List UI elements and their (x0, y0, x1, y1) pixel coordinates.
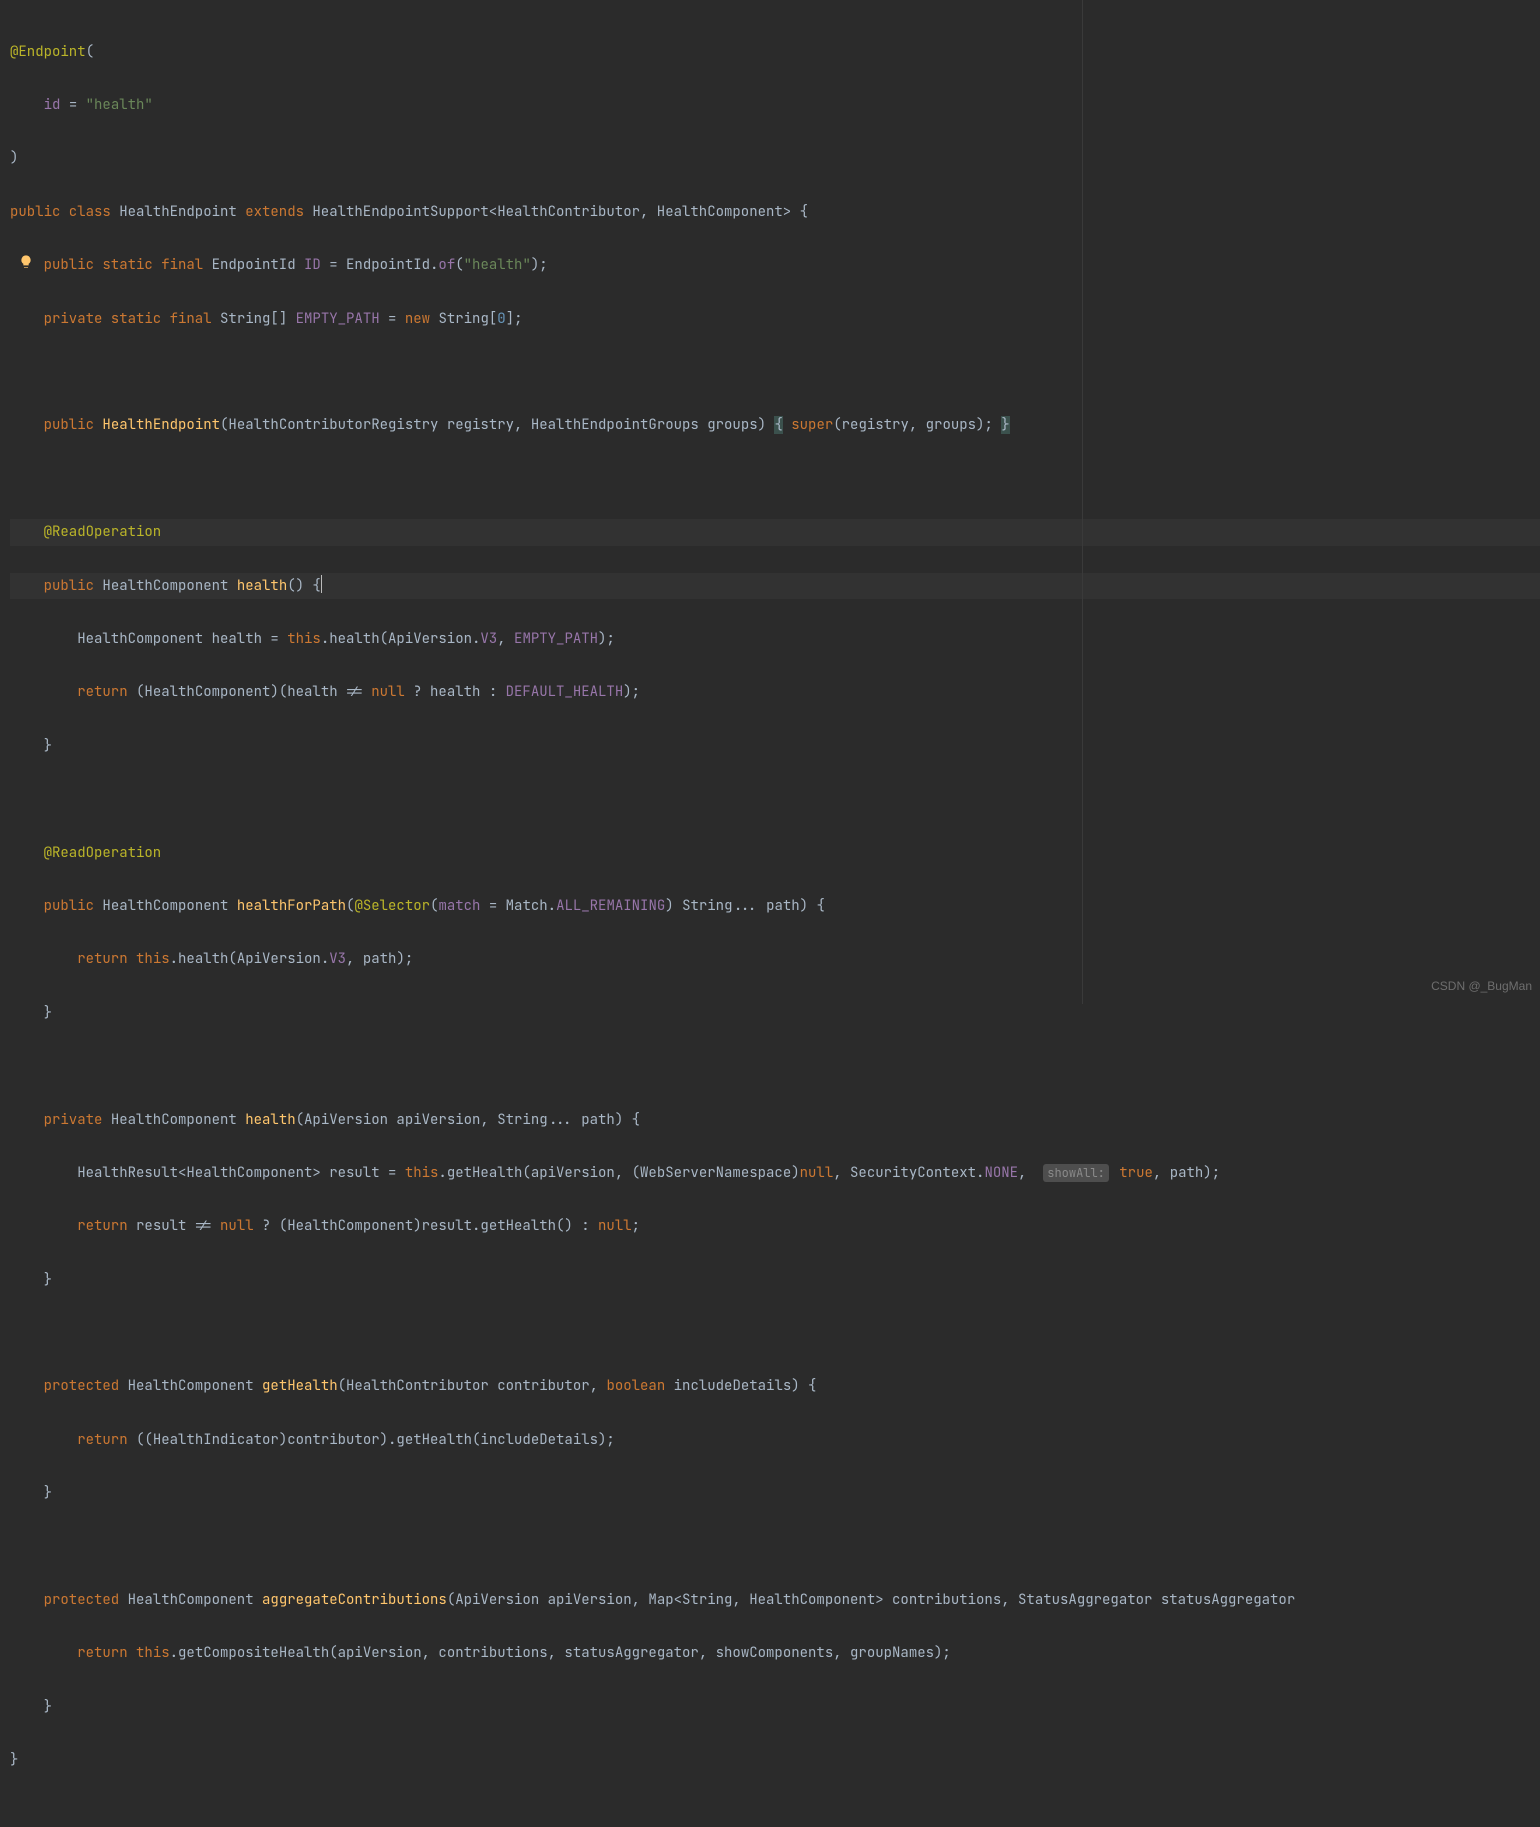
code-line[interactable]: @Endpoint( (10, 39, 1540, 66)
code-line[interactable]: id = "health" (10, 92, 1540, 119)
code-line[interactable]: HealthComponent health = this.health(Api… (10, 626, 1540, 653)
code-line[interactable]: return (HealthComponent)(health != null … (10, 679, 1540, 706)
margin-guide (1082, 0, 1083, 1004)
code-line[interactable] (10, 1320, 1540, 1347)
code-line[interactable]: public static final EndpointId ID = Endp… (10, 252, 1540, 279)
code-line[interactable]: HealthResult<HealthComponent> result = t… (10, 1160, 1540, 1187)
code-line[interactable]: protected HealthComponent getHealth(Heal… (10, 1373, 1540, 1400)
code-line[interactable]: } (10, 1747, 1540, 1774)
code-line[interactable]: private static final String[] EMPTY_PATH… (10, 306, 1540, 333)
code-line[interactable] (10, 1053, 1540, 1080)
code-line[interactable]: return this.health(ApiVersion.V3, path); (10, 946, 1540, 973)
text-cursor (321, 575, 322, 593)
code-line[interactable]: private HealthComponent health(ApiVersio… (10, 1107, 1540, 1134)
code-line[interactable]: public HealthComponent healthForPath(@Se… (10, 893, 1540, 920)
code-line[interactable]: return this.getCompositeHealth(apiVersio… (10, 1640, 1540, 1667)
code-line[interactable]: } (10, 733, 1540, 760)
code-line[interactable]: } (10, 1694, 1540, 1721)
code-line[interactable]: ) (10, 145, 1540, 172)
code-area[interactable]: @Endpoint( id = "health" ) public class … (10, 0, 1540, 1827)
lightbulb-icon[interactable] (18, 253, 34, 269)
watermark: CSDN @_BugMan (1431, 973, 1532, 1000)
code-line[interactable] (10, 786, 1540, 813)
code-line[interactable] (10, 359, 1540, 386)
code-line[interactable]: protected HealthComponent aggregateContr… (10, 1587, 1540, 1614)
code-line[interactable]: public HealthEndpoint(HealthContributorR… (10, 412, 1540, 439)
code-line[interactable]: public HealthComponent health() { (10, 573, 1540, 600)
code-editor[interactable]: @Endpoint( id = "health" ) public class … (0, 0, 1540, 1004)
code-line[interactable]: public class HealthEndpoint extends Heal… (10, 199, 1540, 226)
code-line[interactable]: @ReadOperation (10, 519, 1540, 546)
code-line[interactable]: return result != null ? (HealthComponent… (10, 1213, 1540, 1240)
inlay-hint: showAll: (1043, 1164, 1109, 1182)
code-line[interactable]: } (10, 1480, 1540, 1507)
code-line[interactable] (10, 1534, 1540, 1561)
code-line[interactable]: return ((HealthIndicator)contributor).ge… (10, 1427, 1540, 1454)
code-line[interactable]: } (10, 1267, 1540, 1294)
code-line[interactable] (10, 466, 1540, 493)
code-line[interactable]: @ReadOperation (10, 840, 1540, 867)
